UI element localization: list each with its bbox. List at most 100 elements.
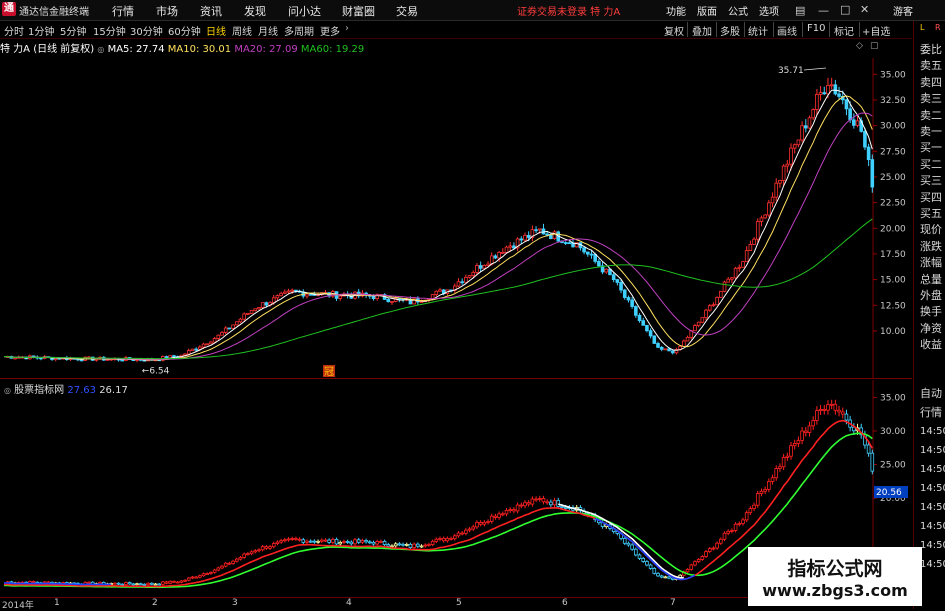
sub-candle-body bbox=[722, 532, 727, 540]
price-tick-label: 30.00 bbox=[880, 122, 906, 132]
sub-candle-body bbox=[707, 548, 712, 552]
menu-item-wenxiaoda[interactable]: 问小达 bbox=[288, 3, 321, 19]
period-5min[interactable]: 5分钟 bbox=[60, 23, 86, 38]
candle-body bbox=[619, 282, 623, 291]
panel-tab[interactable]: 自动 bbox=[920, 386, 942, 402]
sub-candle-body bbox=[781, 457, 786, 468]
chevron-right-icon[interactable]: › bbox=[345, 23, 349, 34]
sub-candle-body bbox=[294, 538, 298, 540]
user-guest[interactable]: 游客 bbox=[893, 3, 913, 18]
candle-body bbox=[563, 242, 568, 244]
candle-body bbox=[744, 250, 749, 263]
main-chart-area[interactable]: 35.00 32.50 30.00 27.50 25.00 22.50 20.00 17.50… bbox=[0, 58, 912, 379]
menu-item-jiaoyi[interactable]: 交易 bbox=[396, 3, 418, 19]
sub-candle-body bbox=[242, 553, 246, 558]
sub-candle-body bbox=[98, 581, 102, 584]
candle-body bbox=[670, 350, 675, 354]
period-multi[interactable]: 多周期 bbox=[284, 23, 314, 38]
sub-candle-body bbox=[353, 539, 357, 545]
sub-candle-body bbox=[815, 410, 819, 421]
quote-label: 涨幅 bbox=[920, 256, 942, 270]
sub-candle-body bbox=[622, 538, 627, 544]
sub-candle-body bbox=[427, 544, 431, 546]
period-more[interactable]: 更多 bbox=[320, 23, 340, 38]
candle-body bbox=[371, 295, 376, 300]
sub-candle-body bbox=[541, 498, 546, 503]
candle-body bbox=[209, 341, 213, 345]
menu-item-hangqing[interactable]: 行情 bbox=[112, 3, 134, 19]
panel-tab[interactable]: 行情 bbox=[920, 405, 942, 421]
sub-candle-body bbox=[430, 540, 435, 545]
candle-body bbox=[242, 313, 246, 320]
sub-candle-body bbox=[397, 543, 402, 546]
candle-body bbox=[216, 334, 221, 339]
candle-body bbox=[634, 306, 638, 316]
candle-body bbox=[626, 297, 631, 301]
candle-body bbox=[800, 125, 804, 141]
menu-item-banmian[interactable]: 版面 bbox=[697, 3, 717, 18]
menu-more-icon[interactable]: ▤ bbox=[795, 4, 805, 17]
minimize-icon[interactable]: — bbox=[818, 4, 829, 17]
candle-body bbox=[231, 324, 235, 329]
candle-body bbox=[741, 261, 745, 268]
candle-body bbox=[456, 281, 461, 287]
tool-biaoji[interactable]: 标记 bbox=[834, 23, 854, 38]
diamond-icon[interactable]: ◇ bbox=[856, 41, 863, 51]
menu-item-caifuquan[interactable]: 财富圈 bbox=[342, 3, 375, 19]
candle-body bbox=[305, 293, 309, 297]
menu-item-gongneng[interactable]: 功能 bbox=[666, 3, 686, 18]
panel-right-mark[interactable]: R bbox=[935, 23, 941, 32]
period-fenshi[interactable]: 分时 bbox=[4, 23, 24, 38]
sub-candle-body bbox=[434, 538, 439, 542]
candle-body bbox=[286, 290, 291, 293]
sub-candle-body bbox=[441, 537, 446, 542]
menu-item-zixun[interactable]: 资讯 bbox=[200, 3, 222, 19]
candlestick-chart[interactable]: 35.00 32.50 30.00 27.50 25.00 22.50 20.00 17.50… bbox=[0, 58, 912, 378]
tool-diejia[interactable]: 叠加 bbox=[692, 23, 712, 38]
sub-candle-body bbox=[142, 583, 147, 586]
close-icon[interactable]: ✕ bbox=[860, 3, 869, 16]
period-60min[interactable]: 60分钟 bbox=[168, 23, 201, 38]
sub-candle-body bbox=[349, 541, 354, 545]
menu-item-faxian[interactable]: 发现 bbox=[244, 3, 266, 19]
panel-left-mark[interactable]: L bbox=[920, 23, 924, 32]
menu-item-xuanxiang[interactable]: 选项 bbox=[759, 3, 779, 18]
candle-body bbox=[663, 348, 668, 351]
sub-candle-body bbox=[656, 572, 660, 577]
tool-add-watchlist[interactable]: +自选 bbox=[862, 23, 890, 38]
candle-body bbox=[172, 355, 176, 358]
login-alert[interactable]: 证券交易未登录 特 力A bbox=[517, 3, 620, 18]
tool-duogu[interactable]: 多股 bbox=[720, 23, 740, 38]
window-icon[interactable]: ▢ bbox=[870, 41, 879, 51]
candle-body bbox=[390, 301, 394, 303]
period-1min[interactable]: 1分钟 bbox=[28, 23, 54, 38]
period-week[interactable]: 周线 bbox=[232, 23, 252, 38]
sub-candle-body bbox=[323, 539, 328, 542]
sub-candle-body bbox=[401, 543, 405, 546]
sub-candle-body bbox=[371, 542, 376, 545]
candle-body bbox=[737, 266, 742, 269]
tool-fuquan[interactable]: 复权 bbox=[664, 23, 684, 38]
tool-huaxian[interactable]: 画线 bbox=[777, 23, 797, 38]
candle-body bbox=[545, 233, 549, 236]
period-day[interactable]: 日线 bbox=[206, 23, 226, 38]
indicator-menu-icon[interactable]: ◎ bbox=[97, 45, 104, 54]
quote-label: 卖一 bbox=[920, 125, 942, 138]
candle-body bbox=[833, 84, 838, 95]
sub-candle-body bbox=[748, 508, 753, 514]
sub-candle-body bbox=[223, 562, 228, 567]
period-30min[interactable]: 30分钟 bbox=[130, 23, 163, 38]
menu-item-gongshi[interactable]: 公式 bbox=[728, 3, 748, 18]
menu-item-shichang[interactable]: 市场 bbox=[156, 3, 178, 19]
sub-candle-body bbox=[146, 582, 150, 586]
tool-tongji[interactable]: 统计 bbox=[748, 23, 768, 38]
tool-separator bbox=[829, 22, 830, 37]
maximize-icon[interactable]: □ bbox=[840, 3, 850, 16]
period-15min[interactable]: 15分钟 bbox=[93, 23, 126, 38]
tool-f10[interactable]: F10 bbox=[807, 23, 825, 34]
candle-body bbox=[700, 317, 705, 323]
period-month[interactable]: 月线 bbox=[258, 23, 278, 38]
sub-candle-body bbox=[785, 455, 790, 458]
sub-candle-body bbox=[120, 583, 125, 586]
candle-body bbox=[275, 295, 280, 299]
